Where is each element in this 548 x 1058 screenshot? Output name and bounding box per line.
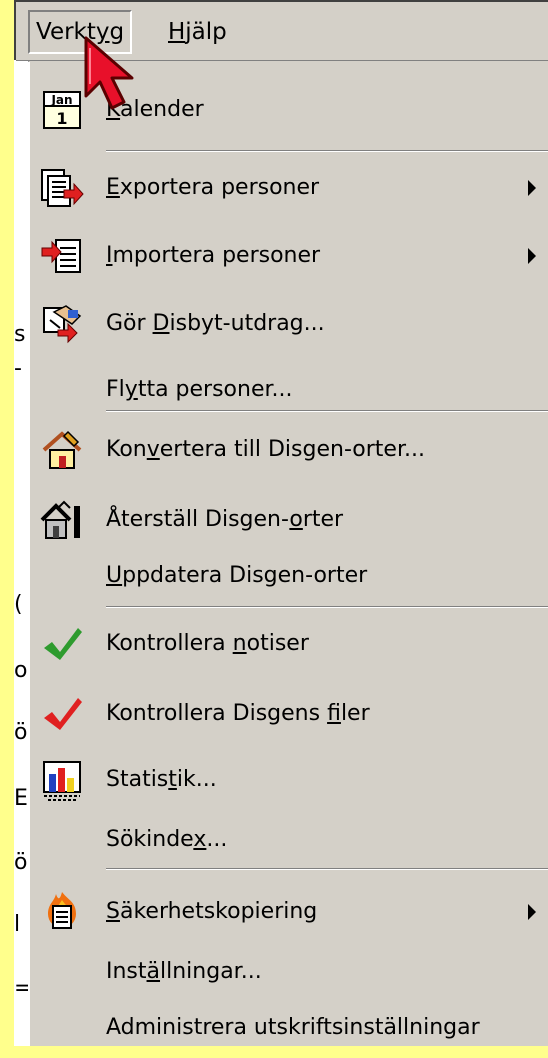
- menu-item-gor-disbyt-utdrag[interactable]: Gör Disbyt-utdrag...: [30, 294, 548, 354]
- menu-item-sakerhetskopiering[interactable]: Säkerhetskopiering: [30, 882, 548, 942]
- menu-item-label: Konvertera till Disgen-orter...: [106, 437, 425, 462]
- menu-item-label: Sökindex...: [106, 827, 228, 852]
- menubar-item-hjalp[interactable]: Hjälp: [162, 12, 233, 52]
- menu-item-label: Uppdatera Disgen-orter: [106, 563, 368, 588]
- background-text: E: [14, 786, 28, 811]
- background-text: l: [14, 912, 21, 937]
- mouse-cursor-icon: [78, 34, 148, 118]
- backup-fire-icon: [38, 890, 86, 934]
- background-text: ö: [14, 850, 28, 875]
- menu-item-label: Gör Disbyt-utdrag...: [106, 311, 325, 336]
- menu-item-installningar[interactable]: Inställningar...: [30, 942, 548, 1002]
- background-text: s: [14, 322, 26, 347]
- menu-item-label: Kontrollera notiser: [106, 631, 309, 656]
- menu-item-exportera-personer[interactable]: Exportera personer: [30, 158, 548, 218]
- statistics-chart-icon: [38, 758, 86, 802]
- menu-item-label: Inställningar...: [106, 959, 262, 984]
- convert-places-icon: [38, 428, 86, 472]
- svg-text:Jan: Jan: [50, 93, 72, 107]
- menu-separator: [106, 606, 548, 608]
- green-checkmark-icon: [38, 622, 86, 666]
- menu-item-label: Kontrollera Disgens filer: [106, 701, 370, 726]
- menu-item-label: Administrera utskriftsinställningar: [106, 1015, 480, 1040]
- background-text: (: [14, 592, 23, 617]
- svg-text:1: 1: [56, 109, 67, 128]
- menu-separator: [106, 150, 548, 152]
- submenu-arrow-icon: [528, 180, 536, 196]
- disbyt-extract-icon: [38, 302, 86, 346]
- export-persons-icon: [38, 166, 86, 210]
- menu-item-aterstall-disgen-orter[interactable]: Återställ Disgen-orter: [30, 490, 548, 550]
- submenu-arrow-icon: [528, 248, 536, 264]
- red-checkmark-icon: [38, 692, 86, 736]
- import-persons-icon: [38, 234, 86, 278]
- menu-item-konvertera-till-disgen-orter[interactable]: Konvertera till Disgen-orter...: [30, 420, 548, 480]
- menubar-mnemonic: H: [168, 19, 186, 45]
- menu-item-label: Säkerhetskopiering: [106, 899, 318, 924]
- restore-places-icon: [38, 498, 86, 542]
- background-text: ö: [14, 720, 28, 745]
- background-text: =: [14, 976, 28, 1001]
- menu-item-kontrollera-disgens-filer[interactable]: Kontrollera Disgens filer: [30, 684, 548, 744]
- menu-item-label: Importera personer: [106, 243, 321, 268]
- menu-item-label: Statistik...: [106, 767, 217, 792]
- menu-item-importera-personer[interactable]: Importera personer: [30, 226, 548, 286]
- verktyg-dropdown-menu: Jan 1 Kalender Exportera personer Importe…: [28, 62, 548, 1046]
- menu-item-sokindex[interactable]: Sökindex...: [30, 810, 548, 870]
- submenu-arrow-icon: [528, 904, 536, 920]
- menu-separator: [106, 410, 548, 412]
- menu-item-label: Exportera personer: [106, 175, 320, 200]
- menubar-label: jälp: [185, 19, 227, 45]
- menu-item-statistik[interactable]: Statistik...: [30, 750, 548, 810]
- menu-separator: [106, 868, 548, 870]
- background-window-strip: s - ( o ö E ö l =: [14, 60, 29, 1046]
- menu-item-administrera-utskriftsinstallningar[interactable]: Administrera utskriftsinställningar: [30, 998, 548, 1058]
- menu-item-kontrollera-notiser[interactable]: Kontrollera notiser: [30, 614, 548, 674]
- menu-item-label: Återställ Disgen-orter: [106, 507, 344, 532]
- background-text: -: [14, 356, 22, 381]
- menu-item-uppdatera-disgen-orter[interactable]: Uppdatera Disgen-orter: [30, 546, 548, 606]
- background-text: o: [14, 658, 28, 683]
